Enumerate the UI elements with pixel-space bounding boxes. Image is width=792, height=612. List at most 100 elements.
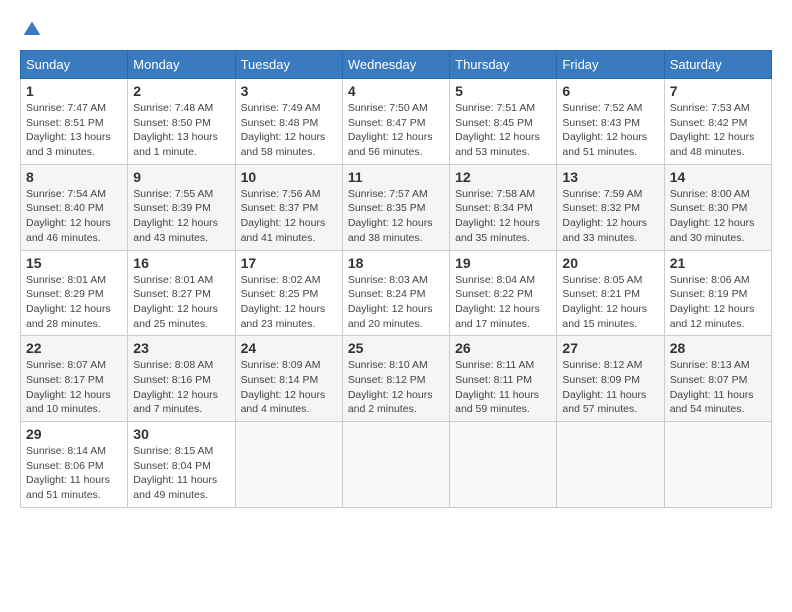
day-number: 19 bbox=[455, 255, 551, 271]
day-info: Sunrise: 8:12 AM Sunset: 8:09 PM Dayligh… bbox=[562, 358, 658, 417]
day-number: 4 bbox=[348, 83, 444, 99]
day-info: Sunrise: 7:47 AM Sunset: 8:51 PM Dayligh… bbox=[26, 101, 122, 160]
day-number: 15 bbox=[26, 255, 122, 271]
day-info: Sunrise: 8:01 AM Sunset: 8:27 PM Dayligh… bbox=[133, 273, 229, 332]
header-tuesday: Tuesday bbox=[235, 51, 342, 79]
day-number: 20 bbox=[562, 255, 658, 271]
logo bbox=[20, 20, 42, 40]
day-info: Sunrise: 8:01 AM Sunset: 8:29 PM Dayligh… bbox=[26, 273, 122, 332]
calendar-week-row: 22 Sunrise: 8:07 AM Sunset: 8:17 PM Dayl… bbox=[21, 336, 772, 422]
calendar-cell-empty bbox=[342, 422, 449, 508]
page-header bbox=[20, 20, 772, 40]
day-info: Sunrise: 8:03 AM Sunset: 8:24 PM Dayligh… bbox=[348, 273, 444, 332]
day-number: 26 bbox=[455, 340, 551, 356]
calendar-cell-day-4: 4 Sunrise: 7:50 AM Sunset: 8:47 PM Dayli… bbox=[342, 79, 449, 165]
header-thursday: Thursday bbox=[450, 51, 557, 79]
calendar-cell-day-13: 13 Sunrise: 7:59 AM Sunset: 8:32 PM Dayl… bbox=[557, 164, 664, 250]
calendar-cell-day-22: 22 Sunrise: 8:07 AM Sunset: 8:17 PM Dayl… bbox=[21, 336, 128, 422]
day-info: Sunrise: 8:04 AM Sunset: 8:22 PM Dayligh… bbox=[455, 273, 551, 332]
calendar-cell-day-3: 3 Sunrise: 7:49 AM Sunset: 8:48 PM Dayli… bbox=[235, 79, 342, 165]
day-number: 16 bbox=[133, 255, 229, 271]
calendar-week-row: 1 Sunrise: 7:47 AM Sunset: 8:51 PM Dayli… bbox=[21, 79, 772, 165]
day-info: Sunrise: 8:05 AM Sunset: 8:21 PM Dayligh… bbox=[562, 273, 658, 332]
calendar-cell-empty bbox=[450, 422, 557, 508]
calendar-cell-day-9: 9 Sunrise: 7:55 AM Sunset: 8:39 PM Dayli… bbox=[128, 164, 235, 250]
day-info: Sunrise: 8:08 AM Sunset: 8:16 PM Dayligh… bbox=[133, 358, 229, 417]
calendar-cell-day-8: 8 Sunrise: 7:54 AM Sunset: 8:40 PM Dayli… bbox=[21, 164, 128, 250]
calendar-cell-day-12: 12 Sunrise: 7:58 AM Sunset: 8:34 PM Dayl… bbox=[450, 164, 557, 250]
calendar-cell-empty bbox=[664, 422, 771, 508]
day-info: Sunrise: 8:07 AM Sunset: 8:17 PM Dayligh… bbox=[26, 358, 122, 417]
day-number: 21 bbox=[670, 255, 766, 271]
day-number: 12 bbox=[455, 169, 551, 185]
calendar-cell-day-7: 7 Sunrise: 7:53 AM Sunset: 8:42 PM Dayli… bbox=[664, 79, 771, 165]
day-number: 22 bbox=[26, 340, 122, 356]
day-number: 29 bbox=[26, 426, 122, 442]
day-info: Sunrise: 8:06 AM Sunset: 8:19 PM Dayligh… bbox=[670, 273, 766, 332]
day-number: 30 bbox=[133, 426, 229, 442]
calendar-cell-day-11: 11 Sunrise: 7:57 AM Sunset: 8:35 PM Dayl… bbox=[342, 164, 449, 250]
day-info: Sunrise: 7:53 AM Sunset: 8:42 PM Dayligh… bbox=[670, 101, 766, 160]
header-monday: Monday bbox=[128, 51, 235, 79]
day-number: 8 bbox=[26, 169, 122, 185]
calendar-cell-day-10: 10 Sunrise: 7:56 AM Sunset: 8:37 PM Dayl… bbox=[235, 164, 342, 250]
calendar-cell-day-29: 29 Sunrise: 8:14 AM Sunset: 8:06 PM Dayl… bbox=[21, 422, 128, 508]
day-info: Sunrise: 7:48 AM Sunset: 8:50 PM Dayligh… bbox=[133, 101, 229, 160]
header-wednesday: Wednesday bbox=[342, 51, 449, 79]
day-info: Sunrise: 7:56 AM Sunset: 8:37 PM Dayligh… bbox=[241, 187, 337, 246]
day-number: 18 bbox=[348, 255, 444, 271]
calendar-cell-day-5: 5 Sunrise: 7:51 AM Sunset: 8:45 PM Dayli… bbox=[450, 79, 557, 165]
day-number: 3 bbox=[241, 83, 337, 99]
day-number: 13 bbox=[562, 169, 658, 185]
day-info: Sunrise: 7:57 AM Sunset: 8:35 PM Dayligh… bbox=[348, 187, 444, 246]
day-info: Sunrise: 7:59 AM Sunset: 8:32 PM Dayligh… bbox=[562, 187, 658, 246]
day-number: 25 bbox=[348, 340, 444, 356]
calendar-cell-day-27: 27 Sunrise: 8:12 AM Sunset: 8:09 PM Dayl… bbox=[557, 336, 664, 422]
day-number: 5 bbox=[455, 83, 551, 99]
day-info: Sunrise: 8:10 AM Sunset: 8:12 PM Dayligh… bbox=[348, 358, 444, 417]
day-info: Sunrise: 7:58 AM Sunset: 8:34 PM Dayligh… bbox=[455, 187, 551, 246]
day-info: Sunrise: 7:49 AM Sunset: 8:48 PM Dayligh… bbox=[241, 101, 337, 160]
calendar-cell-day-24: 24 Sunrise: 8:09 AM Sunset: 8:14 PM Dayl… bbox=[235, 336, 342, 422]
day-number: 7 bbox=[670, 83, 766, 99]
day-info: Sunrise: 7:54 AM Sunset: 8:40 PM Dayligh… bbox=[26, 187, 122, 246]
calendar-cell-day-6: 6 Sunrise: 7:52 AM Sunset: 8:43 PM Dayli… bbox=[557, 79, 664, 165]
calendar-cell-day-25: 25 Sunrise: 8:10 AM Sunset: 8:12 PM Dayl… bbox=[342, 336, 449, 422]
calendar-header-row: SundayMondayTuesdayWednesdayThursdayFrid… bbox=[21, 51, 772, 79]
header-sunday: Sunday bbox=[21, 51, 128, 79]
calendar-cell-day-20: 20 Sunrise: 8:05 AM Sunset: 8:21 PM Dayl… bbox=[557, 250, 664, 336]
calendar-cell-day-23: 23 Sunrise: 8:08 AM Sunset: 8:16 PM Dayl… bbox=[128, 336, 235, 422]
calendar-cell-day-16: 16 Sunrise: 8:01 AM Sunset: 8:27 PM Dayl… bbox=[128, 250, 235, 336]
day-info: Sunrise: 8:09 AM Sunset: 8:14 PM Dayligh… bbox=[241, 358, 337, 417]
calendar-week-row: 8 Sunrise: 7:54 AM Sunset: 8:40 PM Dayli… bbox=[21, 164, 772, 250]
header-friday: Friday bbox=[557, 51, 664, 79]
day-number: 1 bbox=[26, 83, 122, 99]
calendar-cell-empty bbox=[235, 422, 342, 508]
calendar-cell-day-18: 18 Sunrise: 8:03 AM Sunset: 8:24 PM Dayl… bbox=[342, 250, 449, 336]
calendar-cell-day-17: 17 Sunrise: 8:02 AM Sunset: 8:25 PM Dayl… bbox=[235, 250, 342, 336]
calendar-cell-day-2: 2 Sunrise: 7:48 AM Sunset: 8:50 PM Dayli… bbox=[128, 79, 235, 165]
day-number: 23 bbox=[133, 340, 229, 356]
day-number: 11 bbox=[348, 169, 444, 185]
calendar-cell-day-14: 14 Sunrise: 8:00 AM Sunset: 8:30 PM Dayl… bbox=[664, 164, 771, 250]
day-info: Sunrise: 7:52 AM Sunset: 8:43 PM Dayligh… bbox=[562, 101, 658, 160]
calendar-cell-day-21: 21 Sunrise: 8:06 AM Sunset: 8:19 PM Dayl… bbox=[664, 250, 771, 336]
day-info: Sunrise: 8:15 AM Sunset: 8:04 PM Dayligh… bbox=[133, 444, 229, 503]
day-number: 6 bbox=[562, 83, 658, 99]
day-number: 14 bbox=[670, 169, 766, 185]
calendar-cell-day-30: 30 Sunrise: 8:15 AM Sunset: 8:04 PM Dayl… bbox=[128, 422, 235, 508]
calendar-table: SundayMondayTuesdayWednesdayThursdayFrid… bbox=[20, 50, 772, 508]
day-info: Sunrise: 8:00 AM Sunset: 8:30 PM Dayligh… bbox=[670, 187, 766, 246]
calendar-cell-day-19: 19 Sunrise: 8:04 AM Sunset: 8:22 PM Dayl… bbox=[450, 250, 557, 336]
logo-icon bbox=[22, 20, 42, 40]
calendar-cell-day-26: 26 Sunrise: 8:11 AM Sunset: 8:11 PM Dayl… bbox=[450, 336, 557, 422]
calendar-week-row: 29 Sunrise: 8:14 AM Sunset: 8:06 PM Dayl… bbox=[21, 422, 772, 508]
day-info: Sunrise: 8:14 AM Sunset: 8:06 PM Dayligh… bbox=[26, 444, 122, 503]
day-info: Sunrise: 8:11 AM Sunset: 8:11 PM Dayligh… bbox=[455, 358, 551, 417]
calendar-cell-empty bbox=[557, 422, 664, 508]
day-info: Sunrise: 7:55 AM Sunset: 8:39 PM Dayligh… bbox=[133, 187, 229, 246]
calendar-cell-day-15: 15 Sunrise: 8:01 AM Sunset: 8:29 PM Dayl… bbox=[21, 250, 128, 336]
day-info: Sunrise: 7:50 AM Sunset: 8:47 PM Dayligh… bbox=[348, 101, 444, 160]
calendar-cell-day-1: 1 Sunrise: 7:47 AM Sunset: 8:51 PM Dayli… bbox=[21, 79, 128, 165]
day-info: Sunrise: 8:13 AM Sunset: 8:07 PM Dayligh… bbox=[670, 358, 766, 417]
